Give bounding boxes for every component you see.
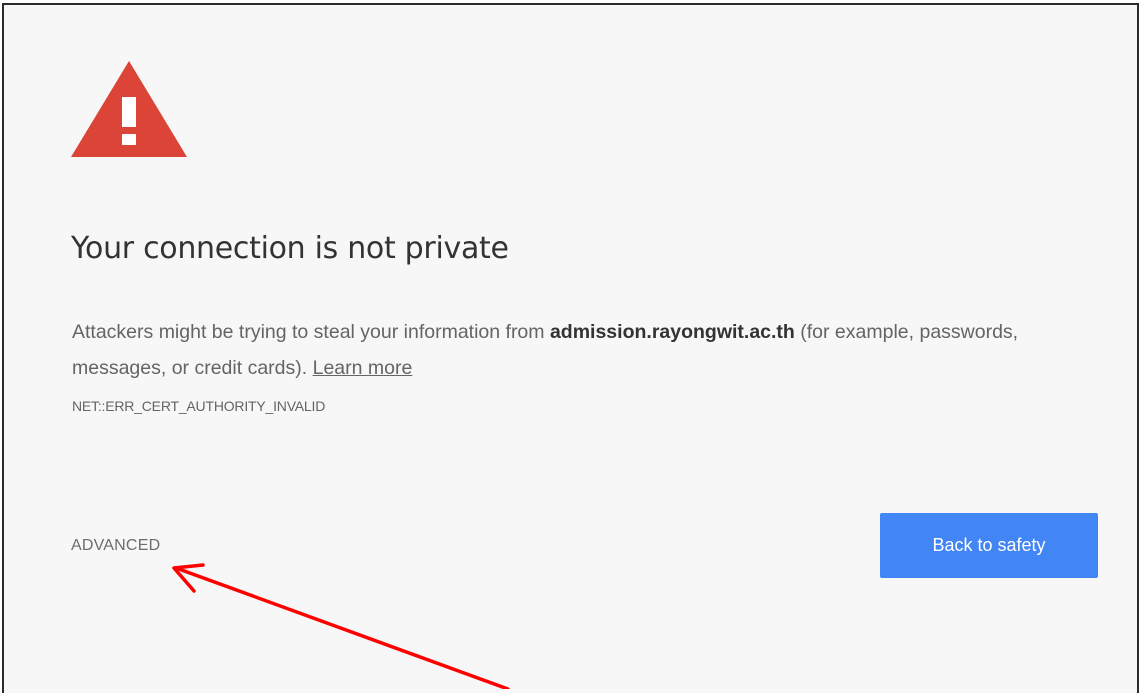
interstitial-page: Your connection is not private Attackers… xyxy=(2,3,1139,693)
site-domain: admission.rayongwit.ac.th xyxy=(549,321,795,343)
page-title: Your connection is not private xyxy=(71,231,509,266)
learn-more-link[interactable]: Learn more xyxy=(313,357,413,379)
warning-triangle-icon xyxy=(71,61,187,157)
message-prefix: Attackers might be trying to steal your … xyxy=(72,321,550,343)
warning-message: Attackers might be trying to steal your … xyxy=(72,314,1082,386)
advanced-button[interactable]: ADVANCED xyxy=(71,537,160,555)
back-to-safety-button[interactable]: Back to safety xyxy=(880,513,1098,578)
error-code: NET::ERR_CERT_AUTHORITY_INVALID xyxy=(72,398,326,414)
